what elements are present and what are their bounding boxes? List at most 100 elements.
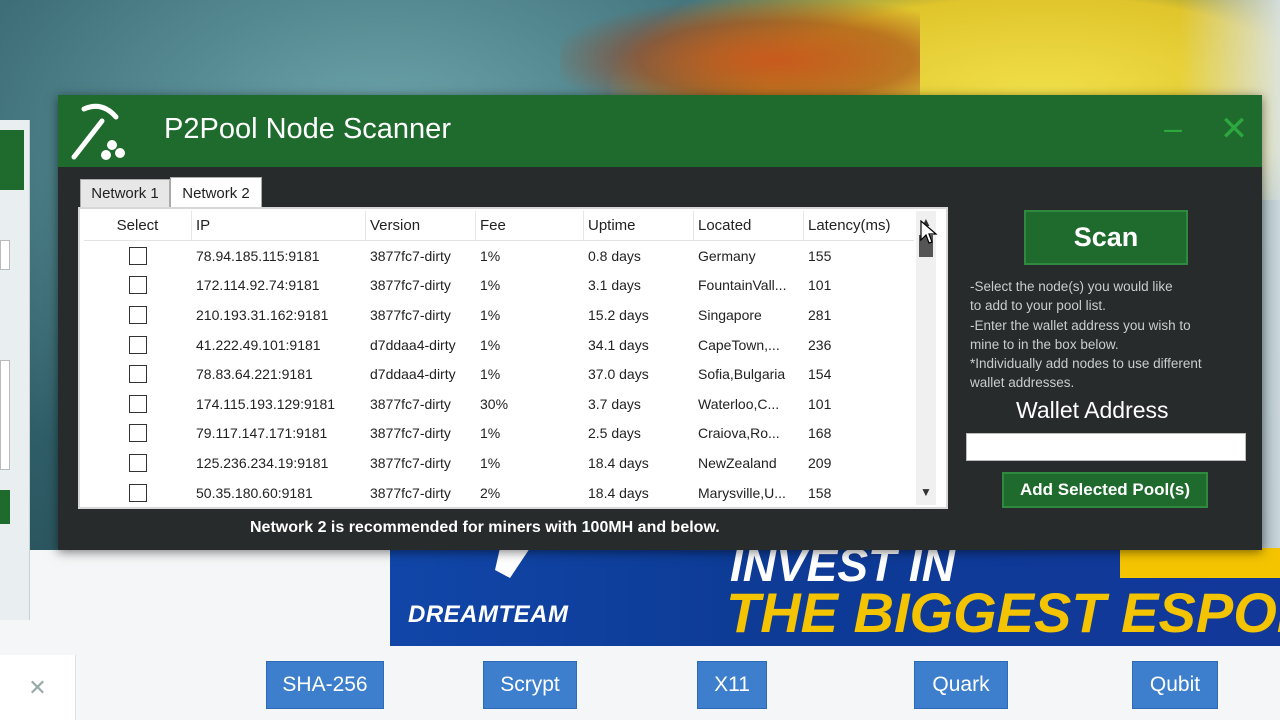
table-row[interactable]: 50.35.180.60:9181 3877fc7-dirty 2% 18.4 day… — [84, 478, 914, 508]
located-cell: Sofia,Bulgaria — [698, 366, 786, 383]
fee-cell: 1% — [480, 366, 501, 383]
ip-cell: 172.114.92.74:9181 — [196, 277, 320, 294]
version-cell: 3877fc7-dirty — [370, 247, 451, 264]
uptime-cell: 3.7 days — [588, 395, 641, 412]
tab-network-1[interactable]: Network 1 — [80, 179, 170, 207]
table-row[interactable]: 79.117.147.171:9181 3877fc7-dirty 1% 2.5 da… — [84, 419, 914, 449]
fee-cell: 30% — [480, 395, 509, 412]
fee-cell: 1% — [480, 306, 501, 323]
version-cell: 3877fc7-dirty — [370, 277, 451, 294]
x11-button[interactable]: X11 — [697, 661, 767, 709]
ip-cell: 78.94.185.115:9181 — [196, 247, 320, 264]
minimize-icon[interactable]: – — [1158, 112, 1188, 145]
latency-cell: 101 — [808, 277, 832, 294]
column-header-fee[interactable]: Fee — [476, 211, 584, 240]
column-header-uptime[interactable]: Uptime — [584, 211, 694, 240]
uptime-cell: 37.0 days — [588, 366, 649, 383]
help-line: *Individually add nodes to use different — [970, 356, 1202, 372]
qubit-button[interactable]: Qubit — [1132, 661, 1218, 709]
help-line: -Enter the wallet address you wish to — [970, 317, 1191, 333]
latency-cell: 209 — [808, 454, 832, 471]
located-cell: Germany — [698, 247, 756, 264]
scanner-window: P2Pool Node Scanner – ✕ Network 1 Networ… — [58, 95, 1262, 550]
uptime-cell: 2.5 days — [588, 425, 641, 442]
row-select-cell — [84, 359, 192, 389]
ip-cell: 174.115.193.129:9181 — [196, 395, 336, 412]
version-cell: 3877fc7-dirty — [370, 484, 451, 501]
table-row[interactable]: 78.83.64.221:9181 d7ddaa4-dirty 1% 37.0 day… — [84, 359, 914, 389]
table-row[interactable]: 174.115.193.129:9181 3877fc7-dirty 30% 3.7 … — [84, 389, 914, 419]
latency-cell: 281 — [808, 306, 832, 323]
located-cell: Singapore — [698, 306, 762, 323]
column-header-select[interactable]: Select — [84, 211, 192, 240]
ad-close-icon[interactable]: ✕ — [0, 655, 76, 720]
latency-cell: 154 — [808, 366, 832, 383]
row-select-checkbox[interactable] — [129, 453, 147, 472]
ad-banner[interactable]: DREAMTEAM INVEST IN THE BIGGEST ESPORTS — [390, 548, 1280, 646]
version-cell: 3877fc7-dirty — [370, 395, 451, 412]
help-line: mine to in the box below. — [970, 336, 1119, 352]
table-row[interactable]: 78.94.185.115:9181 3877fc7-dirty 1% 0.8 day… — [84, 241, 914, 271]
located-cell: Waterloo,C... — [698, 395, 780, 412]
column-header-latency[interactable]: Latency(ms) — [804, 211, 914, 240]
uptime-cell: 18.4 days — [588, 484, 649, 501]
row-select-checkbox[interactable] — [129, 424, 147, 443]
scan-button[interactable]: Scan — [1024, 210, 1188, 265]
table-header: Select IP Version Fee Uptime Located Lat… — [84, 211, 914, 241]
version-cell: 3877fc7-dirty — [370, 454, 451, 471]
ad-badge — [1120, 548, 1280, 578]
row-select-checkbox[interactable] — [129, 335, 147, 354]
scrypt-button[interactable]: Scrypt — [483, 661, 577, 709]
wallet-address-input[interactable] — [966, 433, 1246, 461]
version-cell: 3877fc7-dirty — [370, 306, 451, 323]
help-text: -Select the node(s) you would like to ad… — [970, 277, 1250, 393]
ip-cell: 41.222.49.101:9181 — [196, 336, 321, 353]
fee-cell: 1% — [480, 247, 501, 264]
close-icon[interactable]: ✕ — [1216, 111, 1252, 147]
background-left-field-2 — [0, 360, 10, 470]
row-select-checkbox[interactable] — [129, 246, 147, 265]
row-select-cell — [84, 241, 192, 271]
row-select-checkbox[interactable] — [129, 305, 147, 324]
located-cell: Craiova,Ro... — [698, 425, 780, 442]
fee-cell: 1% — [480, 277, 501, 294]
column-header-ip[interactable]: IP — [192, 211, 366, 240]
column-header-located[interactable]: Located — [694, 211, 804, 240]
quark-button[interactable]: Quark — [914, 661, 1008, 709]
row-select-cell — [84, 448, 192, 478]
help-line: to add to your pool list. — [970, 298, 1106, 314]
row-select-checkbox[interactable] — [129, 394, 147, 413]
uptime-cell: 34.1 days — [588, 336, 649, 353]
located-cell: NewZealand — [698, 454, 777, 471]
row-select-cell — [84, 300, 192, 330]
latency-cell: 168 — [808, 425, 832, 442]
add-selected-pools-button[interactable]: Add Selected Pool(s) — [1002, 472, 1208, 508]
table-row[interactable]: 125.236.234.19:9181 3877fc7-dirty 1% 18.4 d… — [84, 448, 914, 478]
table-row[interactable]: 210.193.31.162:9181 3877fc7-dirty 1% 15.2 d… — [84, 300, 914, 330]
latency-cell: 155 — [808, 247, 832, 264]
table-row[interactable]: 172.114.92.74:9181 3877fc7-dirty 1% 3.1 day… — [84, 271, 914, 301]
row-select-checkbox[interactable] — [129, 276, 147, 295]
row-select-cell — [84, 419, 192, 449]
row-select-checkbox[interactable] — [129, 365, 147, 384]
grid-scrollbar[interactable]: ▲ ▼ — [916, 211, 936, 505]
uptime-cell: 15.2 days — [588, 306, 649, 323]
row-select-cell — [84, 389, 192, 419]
latency-cell: 158 — [808, 484, 832, 501]
table-row[interactable]: 41.222.49.101:9181 d7ddaa4-dirty 1% 34.1 da… — [84, 330, 914, 360]
column-header-version[interactable]: Version — [366, 211, 476, 240]
help-line: wallet addresses. — [970, 375, 1075, 391]
ip-cell: 210.193.31.162:9181 — [196, 306, 329, 323]
wallet-address-label: Wallet Address — [1016, 397, 1169, 423]
uptime-cell: 3.1 days — [588, 277, 641, 294]
uptime-cell: 18.4 days — [588, 454, 649, 471]
scroll-down-icon[interactable]: ▼ — [916, 485, 936, 499]
row-select-checkbox[interactable] — [129, 483, 147, 502]
tab-network-2[interactable]: Network 2 — [170, 177, 262, 208]
dreamteam-logo-icon — [495, 548, 530, 578]
ip-cell: 78.83.64.221:9181 — [196, 366, 313, 383]
fee-cell: 2% — [480, 484, 501, 501]
version-cell: d7ddaa4-dirty — [370, 366, 456, 383]
located-cell: Marysville,U... — [698, 484, 786, 501]
sha256-button[interactable]: SHA-256 — [266, 661, 384, 709]
